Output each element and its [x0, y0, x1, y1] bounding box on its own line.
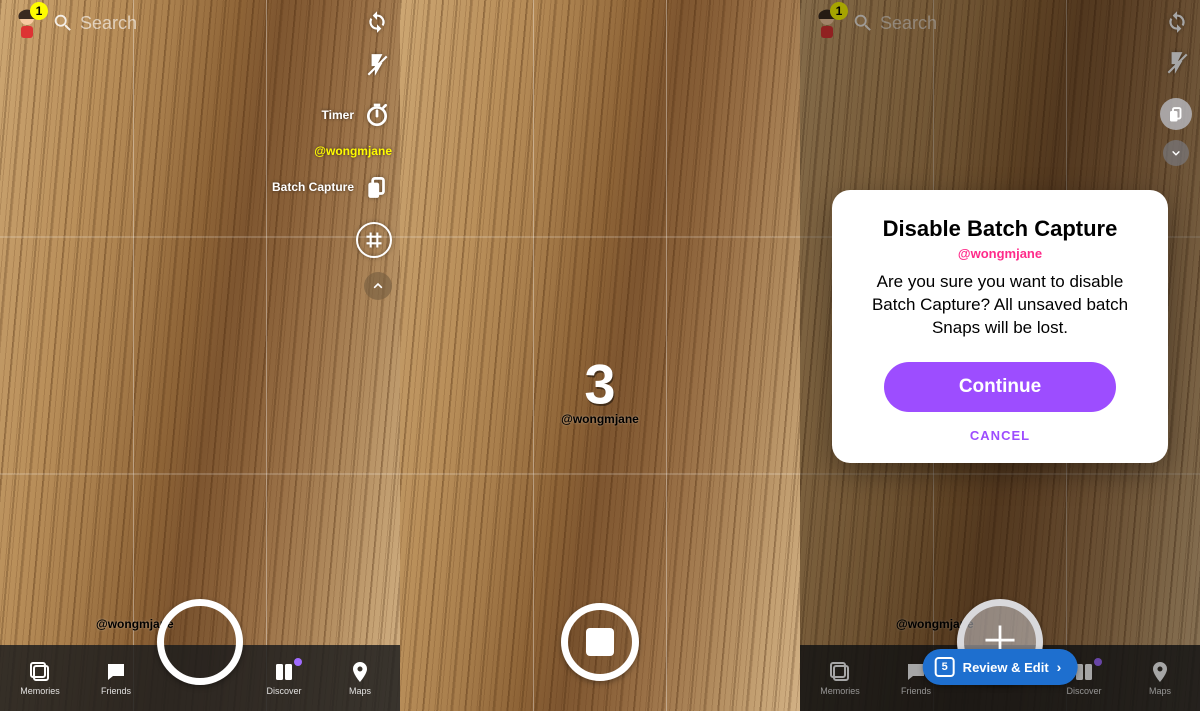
collapse-tools-button[interactable]	[364, 272, 392, 300]
camera-screen-tools: 1 Search Timer @wongmjane Batch Capture	[0, 0, 400, 711]
timer-icon	[362, 100, 392, 130]
search-placeholder: Search	[80, 13, 137, 34]
nav-maps[interactable]: Maps	[328, 660, 392, 696]
shutter-ring-icon	[157, 599, 243, 685]
watermark-handle: @wongmjane	[314, 144, 392, 158]
top-bar: 1 Search	[0, 6, 400, 40]
memories-icon	[28, 660, 52, 684]
watermark: @wongmjane	[561, 412, 639, 426]
review-label: Review & Edit	[963, 660, 1049, 675]
batch-capture-active-icon[interactable]	[1160, 98, 1192, 130]
nav-label: Friends	[101, 686, 131, 696]
nav-friends[interactable]: Friends	[84, 660, 148, 696]
nav-label: Discover	[266, 686, 301, 696]
search-button[interactable]: Search	[52, 12, 137, 34]
cancel-button[interactable]: CANCEL	[858, 428, 1142, 443]
search-icon	[52, 12, 74, 34]
expand-tools-button[interactable]	[1163, 140, 1189, 166]
discover-icon	[272, 660, 296, 684]
batch-capture-button[interactable]: Batch Capture	[272, 172, 392, 202]
batch-capture-icon	[362, 172, 392, 202]
notification-badge: 1	[30, 2, 48, 20]
continue-button[interactable]: Continue	[884, 362, 1117, 412]
chevron-up-icon	[370, 278, 386, 294]
stop-icon	[586, 628, 614, 656]
camera-screen-dialog: 1 Search Disable Batch Capture @wongmjan…	[800, 0, 1200, 711]
profile-avatar[interactable]: 1	[10, 6, 44, 40]
flip-camera-icon[interactable]	[362, 6, 392, 36]
dialog-body: Are you sure you want to disable Batch C…	[858, 271, 1142, 340]
nav-discover[interactable]: Discover	[252, 660, 316, 696]
countdown-number: 3	[584, 351, 615, 416]
review-edit-button[interactable]: 5 Review & Edit ›	[923, 649, 1078, 685]
notification-dot	[294, 658, 302, 666]
capture-button[interactable]	[157, 599, 243, 685]
stop-capture-button[interactable]	[561, 603, 639, 681]
chevron-down-icon	[1169, 146, 1183, 160]
chat-icon	[104, 660, 128, 684]
nav-label: Maps	[349, 686, 371, 696]
camera-tools-column: Timer @wongmjane Batch Capture	[272, 100, 392, 300]
grid-toggle-button[interactable]	[356, 222, 392, 258]
camera-screen-countdown: 3 @wongmjane	[400, 0, 800, 711]
map-pin-icon	[348, 660, 372, 684]
flash-off-icon[interactable]	[362, 50, 392, 80]
batch-capture-label: Batch Capture	[272, 180, 354, 194]
batch-count: 5	[935, 657, 955, 677]
camera-tools-column	[1160, 98, 1192, 166]
dialog-handle: @wongmjane	[858, 246, 1142, 261]
dialog-title: Disable Batch Capture	[858, 216, 1142, 242]
top-right-icons	[362, 6, 392, 80]
chevron-right-icon: ›	[1057, 659, 1062, 675]
nav-memories[interactable]: Memories	[8, 660, 72, 696]
timer-label: Timer	[322, 108, 354, 122]
timer-button[interactable]: Timer	[322, 100, 392, 130]
nav-label: Memories	[20, 686, 60, 696]
disable-batch-capture-dialog: Disable Batch Capture @wongmjane Are you…	[832, 190, 1168, 463]
grid-icon	[356, 222, 392, 258]
